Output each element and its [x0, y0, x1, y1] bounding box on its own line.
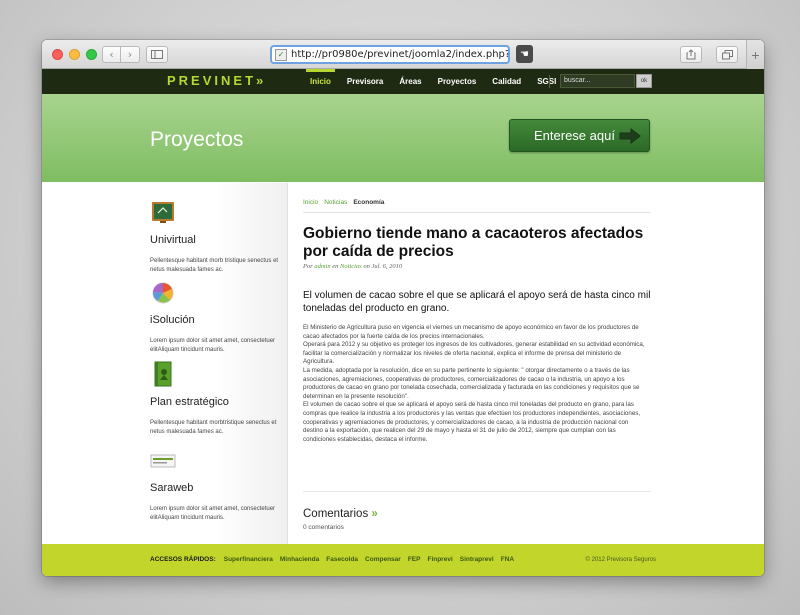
site-footer: ACCESOS RÁPIDOS: Superfinanciera Minhaci… — [42, 544, 764, 576]
category-link[interactable]: Noticias — [340, 263, 362, 270]
feature-plan-estrategico[interactable]: Plan estratégico Pellentesque habitant m… — [150, 361, 280, 437]
enterese-button-label: Enterese aquí — [534, 128, 615, 143]
article-paragraph: El volumen de cacao sobre el que se apli… — [303, 401, 641, 443]
browser-toolbar: ‹ › ✓ http://pr0980e/previnet/joomla2/in… — [42, 40, 764, 69]
feature-desc: Pellentesque habitant morbtristique sene… — [150, 420, 277, 435]
nav-item-calidad[interactable]: Calidad — [484, 69, 529, 94]
page-title: Proyectos — [150, 128, 244, 151]
article-date: Jul. 6, 2010 — [371, 263, 403, 270]
feature-isolucion[interactable]: iSolución Lorem ipsum dolor sit amet ame… — [150, 279, 280, 355]
enterese-button[interactable]: Enterese aquí — [509, 119, 650, 152]
article-title: Gobierno tiende mano a cacaoteros afecta… — [303, 225, 644, 260]
chalkboard-icon — [152, 202, 174, 223]
footer-link-fasecolda[interactable]: Fasecolda — [326, 556, 358, 563]
footer-link-superfinanciera[interactable]: Superfinanciera — [224, 556, 273, 563]
byline-on: on — [363, 263, 370, 270]
breadcrumb-divider — [303, 212, 651, 213]
breadcrumb-item-current: Economía — [353, 199, 385, 206]
byline-prefix: Por — [303, 263, 313, 270]
copyright: © 2012 Previsora Seguros — [585, 557, 656, 563]
quick-links-label: ACCESOS RÁPIDOS: — [150, 556, 216, 563]
book-icon — [154, 361, 172, 387]
article-body: El Ministerio de Agricultura puso en vig… — [303, 324, 648, 444]
breadcrumb-item-inicio[interactable]: Inicio — [303, 199, 318, 206]
quick-links: ACCESOS RÁPIDOS: Superfinanciera Minhaci… — [150, 556, 521, 563]
features-sidebar: Univirtual Pellentesque habitant morb tr… — [42, 183, 288, 544]
author-link[interactable]: admin — [314, 263, 330, 270]
comments-title-text: Comentarios — [303, 508, 369, 520]
tabs-icon — [721, 49, 733, 59]
nav-item-previsora[interactable]: Previsora — [339, 69, 391, 94]
arrow-right-icon — [619, 128, 641, 144]
article-paragraph: El Ministerio de Agricultura puso en vig… — [303, 324, 639, 340]
nav-divider — [549, 75, 550, 88]
url-text: http://pr0980e/previnet/joomla2/index.ph… — [291, 49, 510, 60]
feature-univirtual[interactable]: Univirtual Pellentesque habitant morb tr… — [150, 199, 280, 275]
feature-title: Univirtual — [150, 234, 196, 246]
article-byline: Por admin en Noticias on Jul. 6, 2010 — [303, 263, 402, 270]
nav-item-proyectos[interactable]: Proyectos — [430, 69, 485, 94]
article-paragraph: La medida, adoptada por la resolución, d… — [303, 366, 640, 400]
feature-desc: Pellentesque habitant morb tristique sen… — [150, 258, 279, 273]
footer-link-finprevi[interactable]: Finprevi — [427, 556, 452, 563]
comments-count: 0 comentarios — [303, 524, 344, 531]
footer-link-sintraprevi[interactable]: Sintraprevi — [460, 556, 494, 563]
forward-button[interactable]: › — [121, 46, 140, 63]
minimize-window-button[interactable] — [69, 49, 80, 60]
chevron-left-icon: ‹ — [109, 48, 114, 61]
site-search-input[interactable]: buscar... — [560, 74, 635, 88]
main-menu: Inicio Previsora Áreas Proyectos Calidad… — [302, 69, 564, 94]
nav-item-inicio[interactable]: Inicio — [302, 69, 339, 94]
sidebar-toggle-button[interactable] — [146, 46, 168, 63]
pointer-hand-icon: ☚ — [520, 48, 529, 60]
pie-chart-icon — [152, 282, 174, 304]
sidebar-icon — [151, 50, 163, 59]
close-window-button[interactable] — [52, 49, 63, 60]
feature-desc: Lorem ipsum dolor sit amet amet, consect… — [150, 338, 276, 353]
feature-title: iSolución — [150, 314, 195, 326]
extension-button[interactable]: ☚ — [516, 45, 533, 63]
nav-item-areas[interactable]: Áreas — [391, 69, 429, 94]
breadcrumb-item-noticias[interactable]: Noticias — [324, 199, 347, 206]
back-button[interactable]: ‹ — [102, 46, 121, 63]
feature-title: Saraweb — [150, 482, 194, 494]
footer-link-fep[interactable]: FEP — [408, 556, 421, 563]
double-chevron-right-icon: » — [371, 508, 378, 520]
window-controls — [52, 49, 97, 60]
footer-link-minhacienda[interactable]: Minhacienda — [280, 556, 319, 563]
address-bar[interactable]: ✓ http://pr0980e/previnet/joomla2/index.… — [270, 45, 510, 64]
comments-heading[interactable]: Comentarios » — [303, 508, 378, 520]
share-icon — [686, 49, 696, 60]
article-lead: El volumen de cacao sobre el que se apli… — [303, 290, 651, 314]
content-area: Univirtual Pellentesque habitant morb tr… — [42, 183, 764, 544]
byline-in: en — [332, 263, 339, 270]
history-buttons: ‹ › — [102, 46, 140, 63]
chevron-right-icon: › — [127, 48, 133, 61]
comments-divider — [303, 491, 651, 492]
feature-desc: Lorem ipsum dolor sit amet amet, consect… — [150, 506, 276, 521]
zoom-window-button[interactable] — [86, 49, 97, 60]
plus-icon: + — [751, 46, 760, 63]
hero-banner: Proyectos Enterese aquí — [42, 94, 764, 182]
tab-overview-button[interactable] — [716, 46, 738, 63]
browser-window: ‹ › ✓ http://pr0980e/previnet/joomla2/in… — [42, 40, 764, 576]
card-icon — [150, 454, 176, 468]
site-logo[interactable]: PREVINET» — [167, 73, 266, 88]
favicon-icon: ✓ — [275, 48, 287, 61]
feature-title: Plan estratégico — [150, 396, 229, 408]
footer-link-compensar[interactable]: Compensar — [365, 556, 401, 563]
feature-saraweb[interactable]: Saraweb Lorem ipsum dolor sit amet amet,… — [150, 447, 280, 523]
share-button[interactable] — [680, 46, 702, 63]
site-search-button[interactable]: ok — [636, 74, 652, 88]
article-paragraph: Operará para 2012 y su objetivo es prote… — [303, 341, 645, 366]
breadcrumb: Inicio Noticias Economía — [303, 199, 384, 206]
new-tab-button[interactable]: + — [746, 40, 764, 69]
footer-link-fna[interactable]: FNA — [501, 556, 514, 563]
site-navbar: PREVINET» Inicio Previsora Áreas Proyect… — [42, 69, 764, 94]
